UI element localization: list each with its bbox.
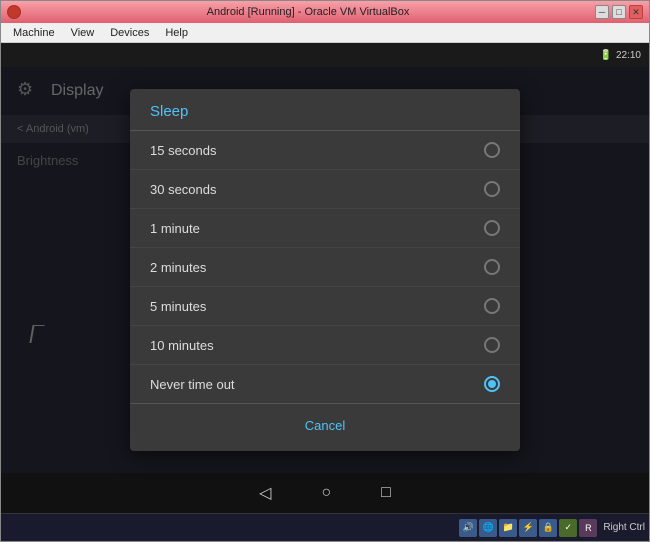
android-navbar: ◁ ○ □ bbox=[1, 473, 649, 513]
option-2-minutes[interactable]: 2 minutes bbox=[130, 248, 520, 287]
close-button[interactable]: ✕ bbox=[629, 5, 643, 19]
taskbar-right-ctrl: Right Ctrl bbox=[603, 522, 645, 533]
option-2-minutes-label: 2 minutes bbox=[150, 260, 206, 275]
menu-help[interactable]: Help bbox=[157, 25, 196, 41]
minimize-button[interactable]: ─ bbox=[595, 5, 609, 19]
taskbar-icon-2[interactable]: 🌐 bbox=[479, 519, 497, 537]
option-30-seconds-radio bbox=[484, 181, 500, 197]
taskbar-icon-4[interactable]: ⚡ bbox=[519, 519, 537, 537]
status-icons: 🔋 22:10 bbox=[600, 50, 641, 61]
option-30-seconds-label: 30 seconds bbox=[150, 182, 217, 197]
android-statusbar: 🔋 22:10 bbox=[1, 43, 649, 67]
taskbar-icon-1[interactable]: 🔊 bbox=[459, 519, 477, 537]
taskbar: 🔊 🌐 📁 ⚡ 🔒 ✓ R Right Ctrl bbox=[1, 513, 649, 541]
vm-viewport: 🔋 22:10 ⚙ Display < Android (vm) Brightn… bbox=[1, 43, 649, 541]
window-title: Android [Running] - Oracle VM VirtualBox bbox=[21, 6, 595, 18]
option-1-minute-label: 1 minute bbox=[150, 221, 200, 236]
option-1-minute[interactable]: 1 minute bbox=[130, 209, 520, 248]
option-10-minutes[interactable]: 10 minutes bbox=[130, 326, 520, 365]
nav-home-button[interactable]: ○ bbox=[321, 484, 331, 502]
option-never-time-out[interactable]: Never time out bbox=[130, 365, 520, 403]
taskbar-icon-5[interactable]: 🔒 bbox=[539, 519, 557, 537]
main-window: Android [Running] - Oracle VM VirtualBox… bbox=[0, 0, 650, 542]
window-icon bbox=[7, 5, 21, 19]
nav-recents-button[interactable]: □ bbox=[381, 484, 391, 502]
option-5-minutes-label: 5 minutes bbox=[150, 299, 206, 314]
nav-back-button[interactable]: ◁ bbox=[259, 483, 271, 503]
option-5-minutes-radio bbox=[484, 298, 500, 314]
dialog-title: Sleep bbox=[130, 89, 520, 131]
taskbar-icon-3[interactable]: 📁 bbox=[499, 519, 517, 537]
option-15-seconds-label: 15 seconds bbox=[150, 143, 217, 158]
option-10-minutes-radio bbox=[484, 337, 500, 353]
restore-button[interactable]: □ bbox=[612, 5, 626, 19]
statusbar-time: 22:10 bbox=[616, 50, 641, 61]
window-controls: ─ □ ✕ bbox=[595, 5, 643, 19]
option-never-time-out-label: Never time out bbox=[150, 377, 235, 392]
menu-view[interactable]: View bbox=[63, 25, 103, 41]
taskbar-icons: 🔊 🌐 📁 ⚡ 🔒 ✓ R Right Ctrl bbox=[459, 519, 645, 537]
option-1-minute-radio bbox=[484, 220, 500, 236]
option-2-minutes-radio bbox=[484, 259, 500, 275]
cancel-button[interactable]: Cancel bbox=[285, 414, 365, 437]
battery-icon: 🔋 bbox=[600, 50, 612, 61]
option-30-seconds[interactable]: 30 seconds bbox=[130, 170, 520, 209]
dialog-actions: Cancel bbox=[130, 403, 520, 451]
menu-devices[interactable]: Devices bbox=[102, 25, 157, 41]
android-content: ⚙ Display < Android (vm) Brightness Slee… bbox=[1, 67, 649, 473]
dialog-overlay: Sleep 15 seconds 30 seconds 1 minute bbox=[1, 67, 649, 473]
option-never-time-out-radio bbox=[484, 376, 500, 392]
taskbar-icon-6[interactable]: ✓ bbox=[559, 519, 577, 537]
dialog-options-list: 15 seconds 30 seconds 1 minute 2 mi bbox=[130, 131, 520, 403]
option-15-seconds[interactable]: 15 seconds bbox=[130, 131, 520, 170]
option-15-seconds-radio bbox=[484, 142, 500, 158]
menubar: Machine View Devices Help bbox=[1, 23, 649, 43]
taskbar-icon-7[interactable]: R bbox=[579, 519, 597, 537]
option-10-minutes-label: 10 minutes bbox=[150, 338, 214, 353]
titlebar: Android [Running] - Oracle VM VirtualBox… bbox=[1, 1, 649, 23]
sleep-dialog: Sleep 15 seconds 30 seconds 1 minute bbox=[130, 89, 520, 451]
option-5-minutes[interactable]: 5 minutes bbox=[130, 287, 520, 326]
radio-selected-dot bbox=[488, 380, 496, 388]
menu-machine[interactable]: Machine bbox=[5, 25, 63, 41]
